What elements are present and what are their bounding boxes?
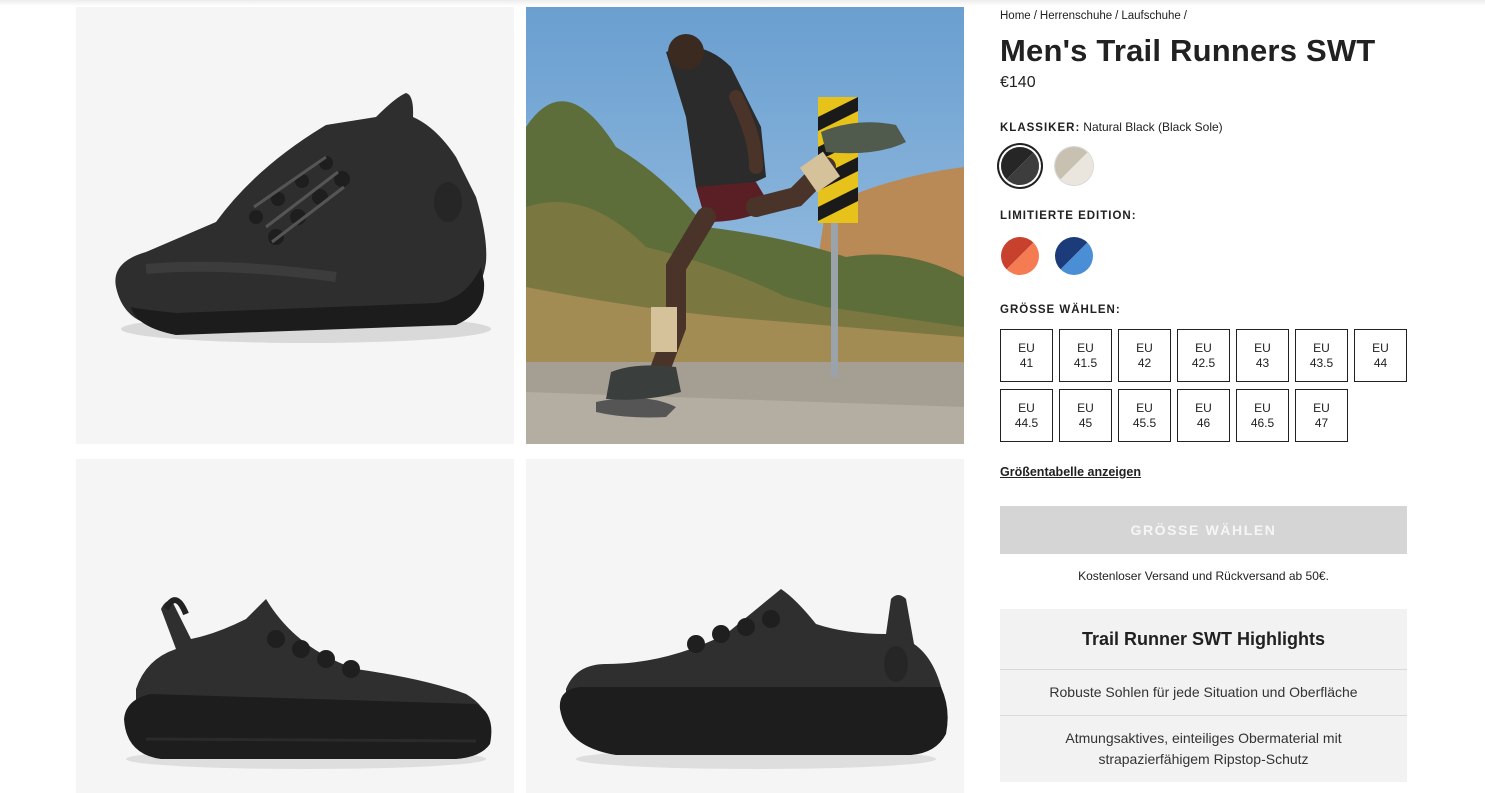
shipping-info: Kostenloser Versand und Rückversand ab 5… xyxy=(1078,569,1329,583)
size-option-41[interactable]: EU 41 xyxy=(1000,329,1053,382)
gallery-image-shoe-angle[interactable] xyxy=(76,7,514,444)
breadcrumb: Home / Herrenschuhe / Laufschuhe / xyxy=(1000,10,1190,22)
swatch-fill xyxy=(1001,237,1039,275)
size-value: 46 xyxy=(1196,415,1211,430)
swatch-natural-black[interactable] xyxy=(1001,147,1039,185)
size-option-41-5[interactable]: EU 41.5 xyxy=(1059,329,1112,382)
gallery-image-runner[interactable] xyxy=(526,7,964,444)
size-prefix: EU xyxy=(1077,340,1094,355)
top-shadow xyxy=(0,0,1485,6)
highlight-item: Robuste Sohlen für jede Situation und Ob… xyxy=(1000,669,1407,715)
size-option-42[interactable]: EU 42 xyxy=(1118,329,1171,382)
size-option-42-5[interactable]: EU 42.5 xyxy=(1177,329,1230,382)
highlights-title: Trail Runner SWT Highlights xyxy=(1082,628,1325,649)
breadcrumb-laufschuhe[interactable]: Laufschuhe xyxy=(1121,10,1180,22)
size-prefix: EU xyxy=(1077,400,1094,415)
size-value: 45.5 xyxy=(1132,415,1157,430)
size-prefix: EU xyxy=(1313,400,1330,415)
size-label: GRÖSSE WÄHLEN: xyxy=(1000,304,1121,316)
swatch-natural-white[interactable] xyxy=(1055,147,1093,185)
size-value: 41.5 xyxy=(1073,355,1098,370)
shoe-image xyxy=(115,93,491,343)
size-value: 46.5 xyxy=(1250,415,1275,430)
runner-photo xyxy=(526,7,964,444)
size-prefix: EU xyxy=(1136,400,1153,415)
breadcrumb-home[interactable]: Home xyxy=(1000,10,1031,22)
size-option-43[interactable]: EU 43 xyxy=(1236,329,1289,382)
breadcrumb-herrenschuhe[interactable]: Herrenschuhe xyxy=(1040,10,1112,22)
size-prefix: EU xyxy=(1313,340,1330,355)
size-option-44[interactable]: EU 44 xyxy=(1354,329,1407,382)
product-price: €140 xyxy=(1000,74,1036,91)
size-prefix: EU xyxy=(1195,400,1212,415)
size-value: 44 xyxy=(1373,355,1388,370)
breadcrumb-separator: / xyxy=(1033,10,1037,22)
limited-edition-label: LIMITIERTE EDITION: xyxy=(1000,210,1137,222)
size-value: 44.5 xyxy=(1014,415,1039,430)
size-option-46-5[interactable]: EU 46.5 xyxy=(1236,389,1289,442)
size-option-43-5[interactable]: EU 43.5 xyxy=(1295,329,1348,382)
size-prefix: EU xyxy=(1254,340,1271,355)
size-value: 43 xyxy=(1255,355,1270,370)
size-value: 41 xyxy=(1019,355,1034,370)
size-prefix: EU xyxy=(1018,340,1035,355)
swatch-fill xyxy=(1001,147,1039,185)
size-prefix: EU xyxy=(1195,340,1212,355)
size-value: 43.5 xyxy=(1309,355,1334,370)
gallery-image-shoe-right[interactable] xyxy=(526,459,964,793)
size-option-45[interactable]: EU 45 xyxy=(1059,389,1112,442)
highlight-item: Atmungsaktives, einteiliges Obermaterial… xyxy=(1000,715,1407,782)
product-gallery xyxy=(76,7,964,793)
classics-label: KLASSIKER: xyxy=(1000,122,1081,134)
size-chart-link[interactable]: Größentabelle anzeigen xyxy=(1000,465,1141,479)
selected-color-name: Natural Black (Black Sole) xyxy=(1083,120,1223,134)
size-prefix: EU xyxy=(1372,340,1389,355)
shoe-image xyxy=(124,597,492,769)
classics-label-row: KLASSIKER: Natural Black (Black Sole) xyxy=(1000,120,1223,134)
product-title: Men's Trail Runners SWT xyxy=(1000,33,1376,68)
size-option-47[interactable]: EU 47 xyxy=(1295,389,1348,442)
breadcrumb-separator: / xyxy=(1115,10,1119,22)
size-option-44-5[interactable]: EU 44.5 xyxy=(1000,389,1053,442)
size-option-46[interactable]: EU 46 xyxy=(1177,389,1230,442)
swatch-fill xyxy=(1055,237,1093,275)
size-option-45-5[interactable]: EU 45.5 xyxy=(1118,389,1171,442)
breadcrumb-separator: / xyxy=(1183,10,1187,22)
size-prefix: EU xyxy=(1254,400,1271,415)
swatch-limited-blue[interactable] xyxy=(1055,237,1093,275)
highlights-section: Trail Runner SWT Highlights Robuste Sohl… xyxy=(1000,609,1407,782)
size-value: 42 xyxy=(1137,355,1152,370)
size-value: 47 xyxy=(1314,415,1329,430)
swatch-fill xyxy=(1055,147,1093,185)
size-value: 45 xyxy=(1078,415,1093,430)
size-prefix: EU xyxy=(1136,340,1153,355)
select-size-button[interactable]: GRÖSSE WÄHLEN xyxy=(1000,506,1407,554)
size-prefix: EU xyxy=(1018,400,1035,415)
gallery-image-shoe-left[interactable] xyxy=(76,459,514,793)
swatch-limited-red[interactable] xyxy=(1001,237,1039,275)
size-value: 42.5 xyxy=(1191,355,1216,370)
shoe-image xyxy=(559,589,948,769)
